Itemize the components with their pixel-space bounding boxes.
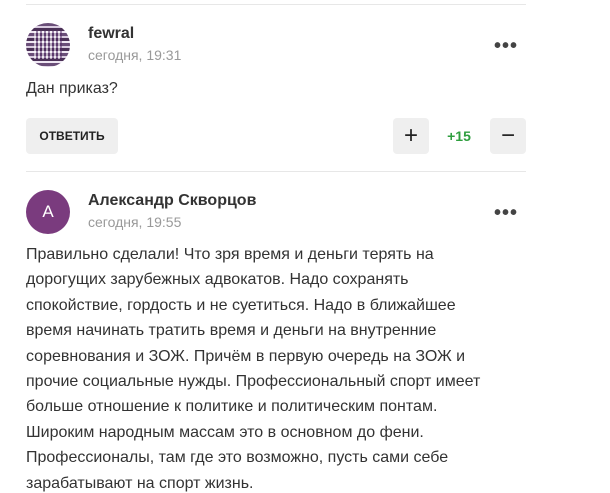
comment-text-line: Правильно сделали! Что зря время и деньг… xyxy=(26,246,434,263)
comment-text-line: прочие социальные нужды. Профессиональны… xyxy=(26,373,481,391)
comment-author[interactable]: Александр Скворцов xyxy=(88,192,256,210)
upvote-button[interactable]: + xyxy=(393,118,429,154)
comment-text-line: соревнования и ЗОЖ. Причём в первую очер… xyxy=(26,347,466,365)
comment-text-line: зарабатывают на спорт жизнь. xyxy=(26,474,254,492)
reply-button[interactable]: ОТВЕТИТЬ xyxy=(26,118,118,154)
comment-text-line: Широким народным массам это в основном д… xyxy=(26,423,424,441)
comment-item: fewral сегодня, 19:31 ••• Дан приказ? ОТ… xyxy=(26,21,526,156)
comment-text-line: Профессионалы, там где это возможно, пус… xyxy=(26,449,449,467)
comment-author[interactable]: fewral xyxy=(88,25,134,43)
more-options-icon[interactable]: ••• xyxy=(494,36,518,56)
comment-item: А Александр Скворцов сегодня, 19:55 ••• … xyxy=(26,190,526,493)
downvote-button[interactable]: − xyxy=(490,118,526,154)
vote-score: +15 xyxy=(447,128,471,144)
comment-time: сегодня, 19:55 xyxy=(88,214,182,230)
divider xyxy=(26,4,526,5)
minus-icon: − xyxy=(500,122,515,149)
comment-text-line: спокойствие, гордость и не суетиться. На… xyxy=(26,296,456,314)
avatar-pattern xyxy=(34,31,62,59)
avatar[interactable] xyxy=(26,23,70,67)
plus-icon: + xyxy=(403,122,418,149)
divider xyxy=(26,171,526,172)
comment-text: Дан приказ? xyxy=(26,80,118,97)
comment-text: Правильно сделали! Что зря время и деньг… xyxy=(26,242,526,493)
comments-feed: fewral сегодня, 19:31 ••• Дан приказ? ОТ… xyxy=(0,0,610,493)
avatar[interactable]: А xyxy=(26,190,70,234)
more-options-icon[interactable]: ••• xyxy=(494,203,518,223)
comment-text-line: время начинать тратить время и деньги на… xyxy=(26,322,437,340)
comment-text-line: дорогущих зарубежных адвокатов. Надо сох… xyxy=(26,271,409,289)
comment-text-line: больше отношение к политике и политическ… xyxy=(26,398,438,416)
comment-time: сегодня, 19:31 xyxy=(88,47,182,63)
